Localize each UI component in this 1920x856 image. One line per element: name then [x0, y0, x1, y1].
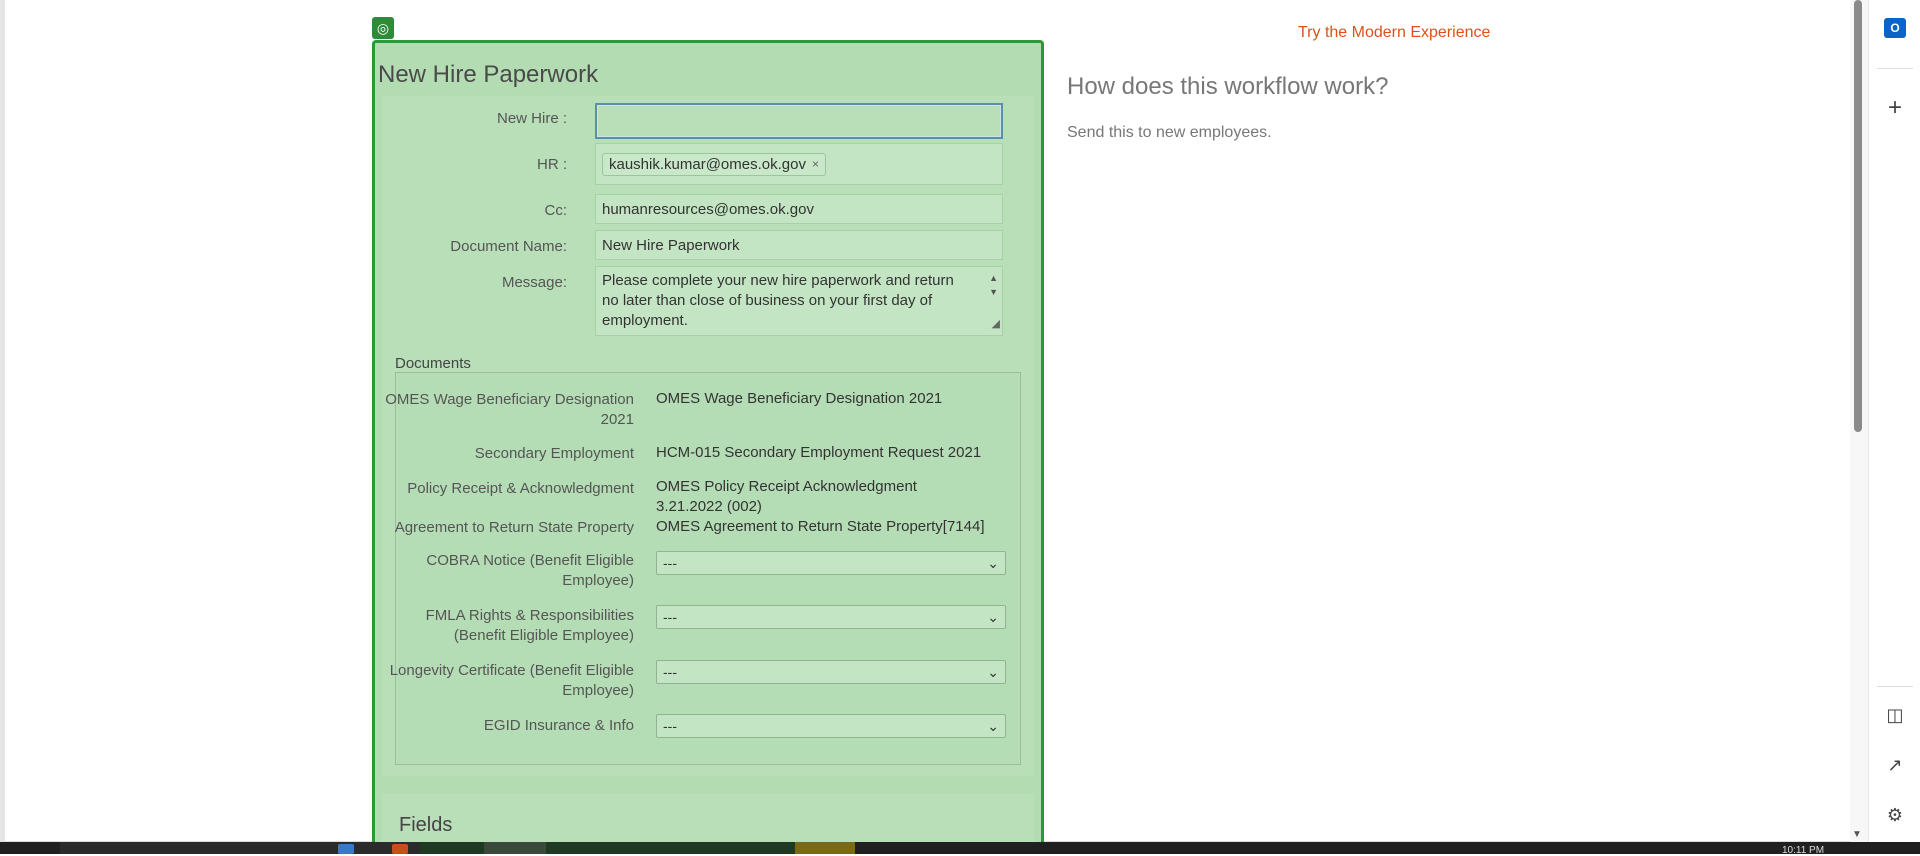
doc-label-policy-receipt: Policy Receipt & Acknowledgment: [407, 480, 634, 497]
cc-label: Cc:: [544, 202, 568, 219]
chevron-down-icon: ⌄: [987, 717, 999, 734]
new-hire-label: New Hire :: [496, 110, 567, 127]
select-label-fmla: FMLA Rights & Responsibilities (Benefit …: [425, 607, 634, 644]
cc-value: humanresources@omes.ok.gov: [602, 200, 814, 218]
taskbar-search[interactable]: [60, 842, 420, 854]
message-textarea[interactable]: Please complete your new hire paperwork …: [595, 266, 1003, 336]
doc-value-secondary-employment: HCM-015 Secondary Employment Request 202…: [656, 444, 982, 461]
longevity-select[interactable]: --- ⌄: [656, 660, 1006, 684]
add-button[interactable]: +: [1869, 90, 1920, 126]
taskbar-app-button[interactable]: [795, 842, 855, 854]
textarea-scroll-arrows[interactable]: ▲ ▼: [989, 271, 998, 299]
fields-title: Fields: [399, 814, 453, 836]
plus-icon: +: [1887, 94, 1902, 121]
fmla-select[interactable]: --- ⌄: [656, 605, 1006, 629]
egid-select-value: ---: [663, 718, 677, 734]
remove-icon[interactable]: ×: [812, 157, 819, 171]
cobra-select[interactable]: --- ⌄: [656, 551, 1006, 575]
doc-value-return-state-property: OMES Agreement to Return State Property[…: [656, 518, 985, 535]
message-label: Message:: [501, 274, 567, 291]
hr-token-label: kaushik.kumar@omes.ok.gov: [609, 155, 806, 173]
hr-token[interactable]: kaushik.kumar@omes.ok.gov ×: [602, 152, 826, 176]
scroll-down-icon[interactable]: ▼: [1852, 829, 1862, 840]
new-hire-input[interactable]: [595, 103, 1003, 139]
workflow-panel: New Hire Paperwork New Hire : HR : kaush…: [372, 40, 1044, 854]
documents-label: Documents: [395, 355, 471, 372]
hr-field[interactable]: kaushik.kumar@omes.ok.gov ×: [595, 143, 1003, 185]
select-label-egid: EGID Insurance & Info: [483, 717, 634, 734]
document-name-label: Document Name:: [450, 238, 567, 255]
workflow-info-title: How does this workflow work?: [1067, 73, 1389, 100]
split-view-icon: ◫: [1886, 704, 1904, 725]
open-external-button[interactable]: ↗: [1869, 747, 1920, 783]
doc-value-policy-receipt: OMES Policy Receipt Acknowledgment 3.21.…: [656, 478, 917, 515]
scrollbar-thumb[interactable]: [1854, 0, 1862, 432]
workflow-info-text: Send this to new employees.: [1067, 124, 1272, 141]
taskbar-apps: [420, 842, 820, 854]
select-label-longevity: Longevity Certificate (Benefit Eligible …: [389, 662, 634, 699]
app-icon[interactable]: [338, 844, 354, 854]
page-scrollbar[interactable]: ▼: [1850, 0, 1868, 842]
rail-divider: [1877, 686, 1913, 687]
chevron-down-icon: ⌄: [987, 554, 999, 571]
chevron-down-icon: ⌄: [987, 608, 999, 625]
doc-value-wage-beneficiary: OMES Wage Beneficiary Designation 2021: [656, 390, 943, 407]
chevron-down-icon: ⌄: [987, 663, 999, 680]
outlook-icon: O: [1884, 18, 1906, 38]
doc-label-secondary-employment: Secondary Employment: [474, 445, 634, 462]
page-title: New Hire Paperwork: [378, 61, 599, 88]
gear-icon: ⚙: [1886, 804, 1904, 825]
hr-label: HR :: [537, 156, 567, 173]
fmla-select-value: ---: [663, 609, 677, 625]
try-modern-experience-link[interactable]: Try the Modern Experience: [1298, 24, 1490, 42]
settings-button[interactable]: ⚙: [1869, 797, 1920, 833]
cobra-select-value: ---: [663, 555, 677, 571]
taskbar-app-button[interactable]: [484, 842, 546, 854]
egid-select[interactable]: --- ⌄: [656, 714, 1006, 738]
documents-box: OMES Wage Beneficiary Designation 2021 O…: [385, 372, 1021, 765]
message-value: Please complete your new hire paperwork …: [602, 272, 954, 329]
external-link-icon: ↗: [1887, 754, 1903, 775]
document-name-input[interactable]: New Hire Paperwork: [595, 230, 1003, 260]
taskbar-clock: 10:11 PM: [1782, 845, 1825, 856]
sidebar-rail: O + ◫ ↗ ⚙: [1868, 0, 1920, 854]
target-icon[interactable]: ◎: [372, 17, 394, 39]
select-label-cobra: COBRA Notice (Benefit Eligible Employee): [426, 552, 634, 589]
longevity-select-value: ---: [663, 664, 677, 680]
rail-divider: [1877, 68, 1913, 69]
outlook-button[interactable]: O: [1869, 10, 1920, 46]
resize-handle-icon[interactable]: ◢: [992, 314, 1000, 334]
doc-label-return-state-property: Agreement to Return State Property: [394, 519, 634, 536]
app-icon[interactable]: [392, 844, 408, 854]
split-view-button[interactable]: ◫: [1869, 697, 1920, 733]
doc-label-wage-beneficiary: OMES Wage Beneficiary Designation 2021: [385, 391, 634, 428]
cc-input[interactable]: humanresources@omes.ok.gov: [595, 194, 1003, 224]
document-name-value: New Hire Paperwork: [602, 236, 740, 254]
